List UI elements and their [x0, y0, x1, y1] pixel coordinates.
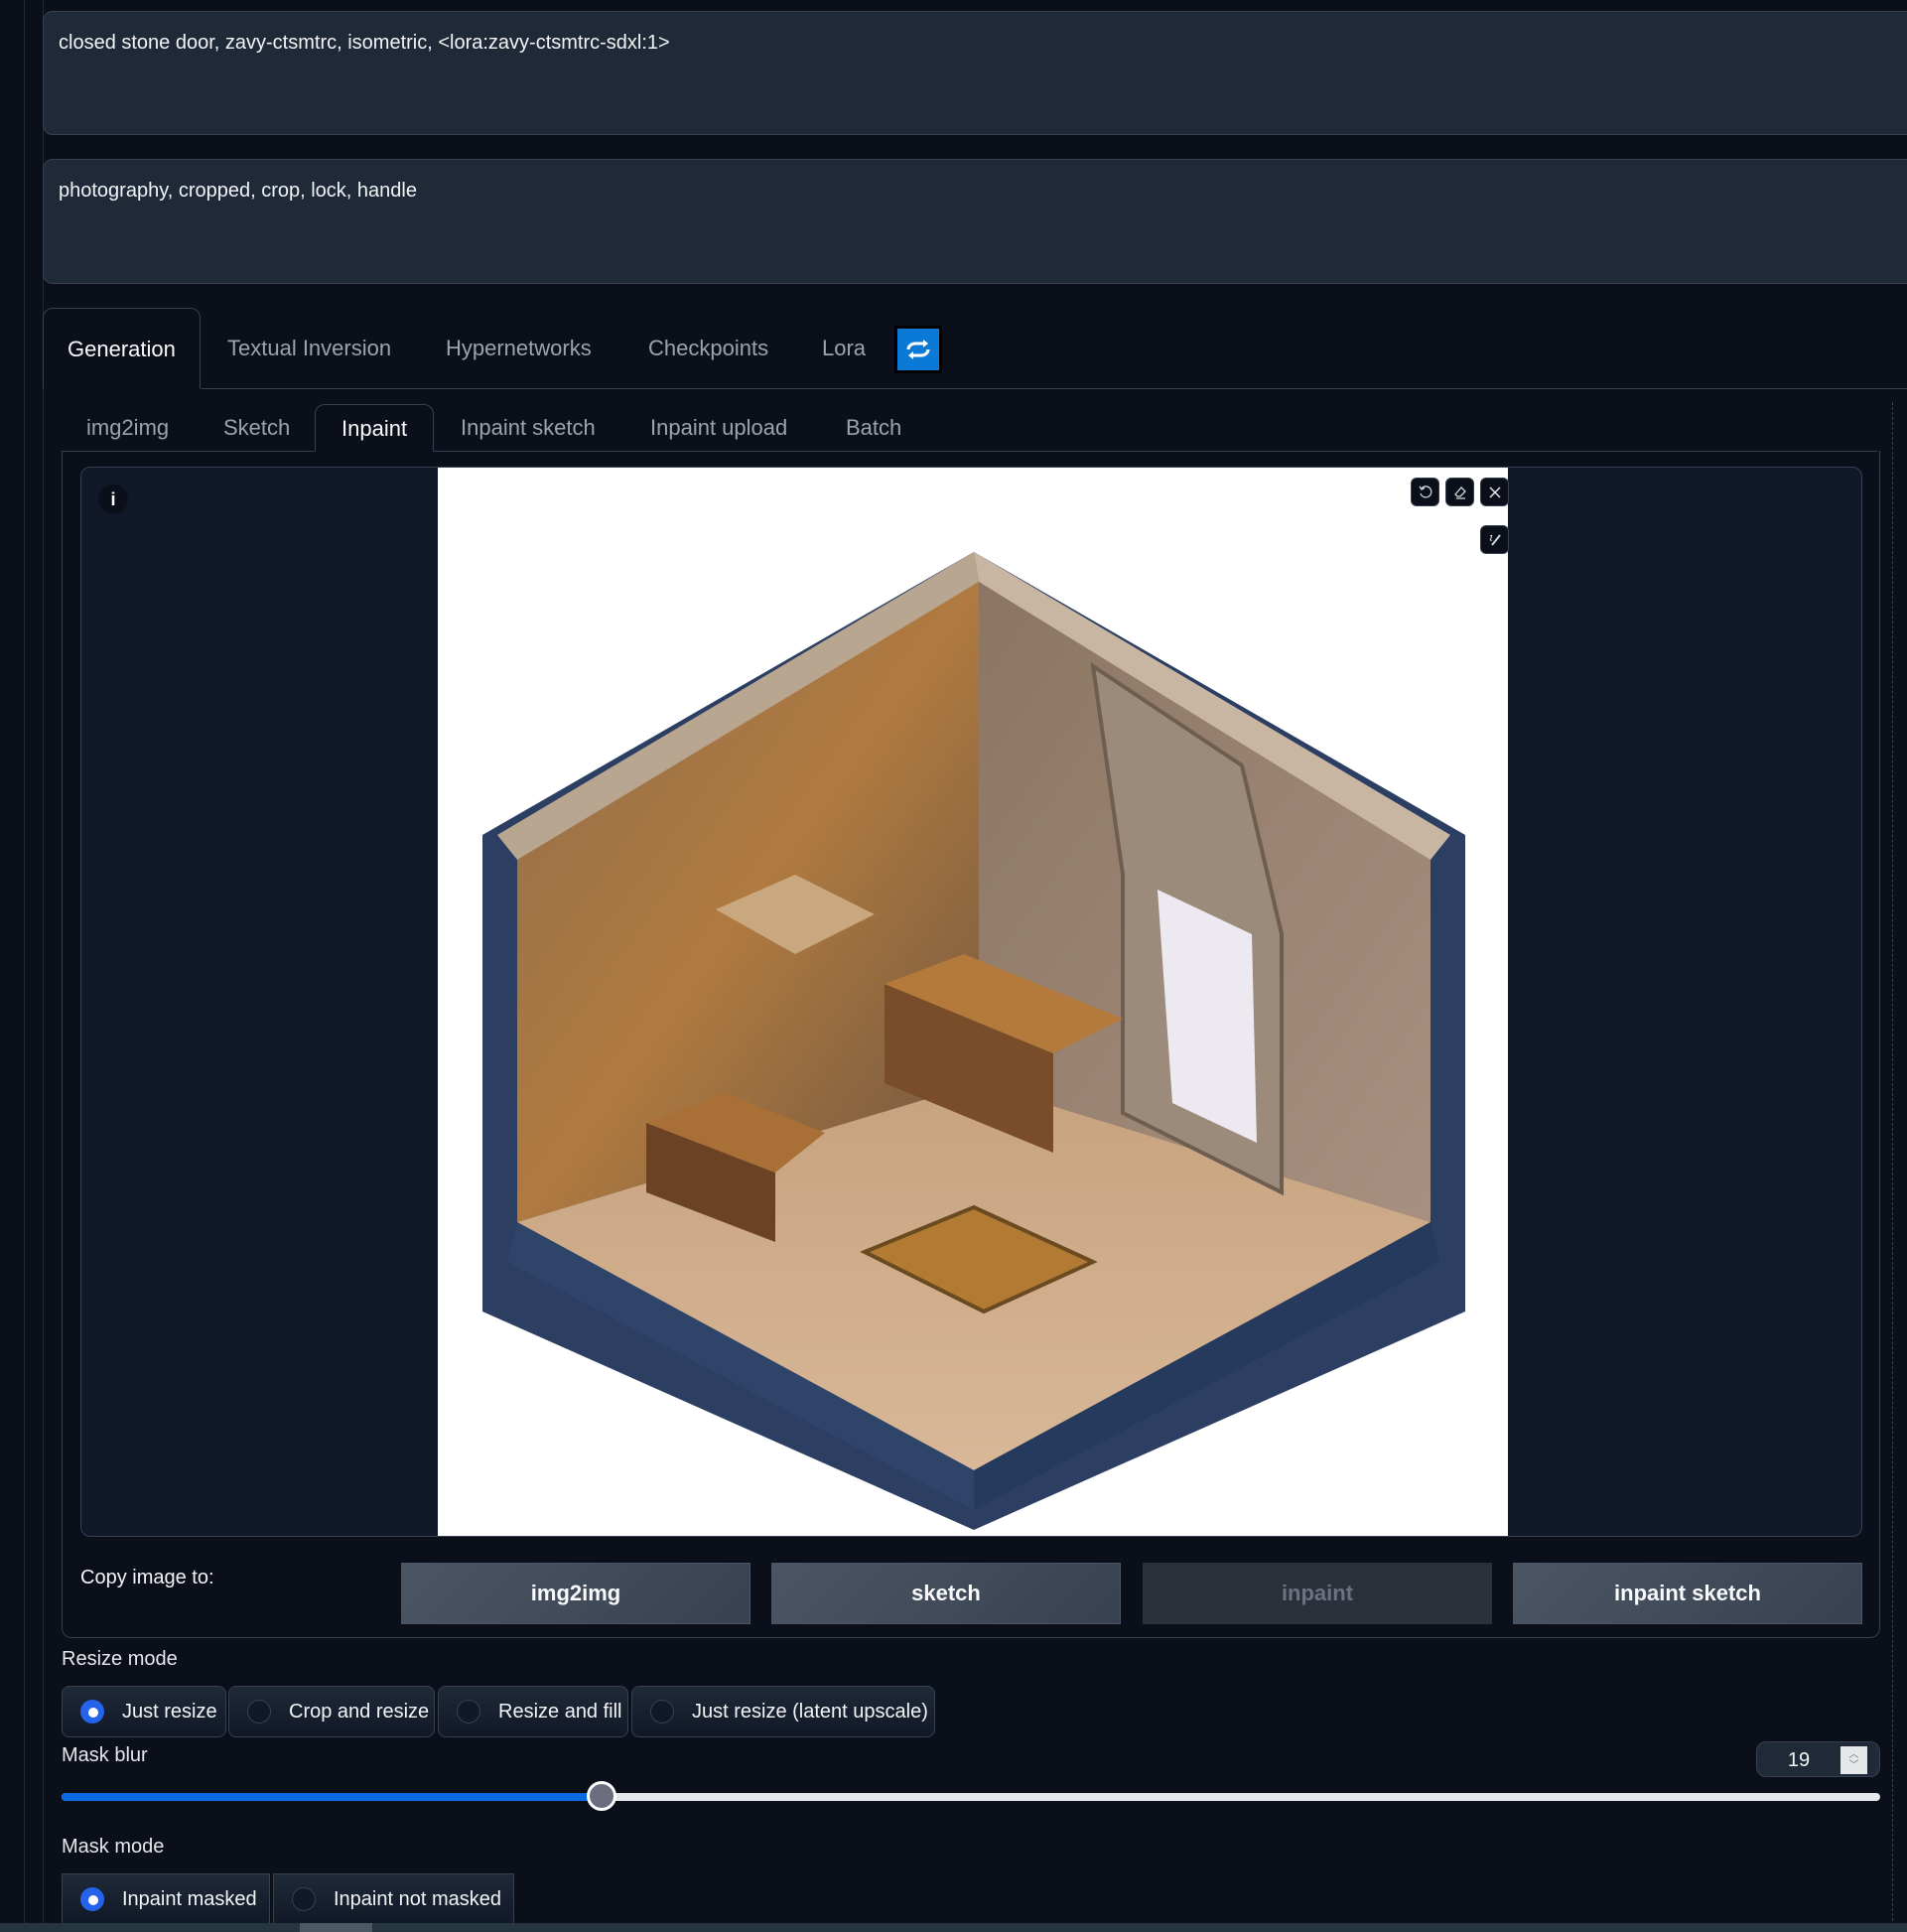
tab-hypernetworks[interactable]: Hypernetworks [446, 308, 592, 389]
tab-inpaint-sketch[interactable]: Inpaint sketch [461, 404, 596, 452]
eraser-icon [1453, 485, 1466, 499]
mask-blur-label: Mask blur [62, 1744, 148, 1766]
tab-textual-inversion[interactable]: Textual Inversion [227, 308, 391, 389]
radio-unselected-icon [650, 1700, 674, 1724]
tab-lora[interactable]: Lora [822, 308, 866, 389]
negative-prompt-input[interactable]: photography, cropped, crop, lock, handle [59, 180, 1901, 263]
clear-mask-button[interactable] [1445, 478, 1474, 506]
copy-to-sketch-button[interactable]: sketch [771, 1563, 1121, 1624]
img2img-mode-tabs: img2img Sketch Inpaint Inpaint sketch In… [62, 404, 1877, 452]
undo-icon [1418, 484, 1431, 498]
info-icon[interactable]: i [98, 484, 128, 514]
tab-generation[interactable]: Generation [43, 308, 201, 389]
horizontal-scrollbar-thumb[interactable] [300, 1923, 372, 1932]
tab-batch[interactable]: Batch [846, 404, 901, 452]
panel-resize-guide [1892, 402, 1893, 1921]
tab-inpaint-upload[interactable]: Inpaint upload [650, 404, 787, 452]
chevron-down-icon[interactable]: ﹀ [1849, 1760, 1859, 1771]
brush-icon [1489, 533, 1501, 546]
resize-option-just-resize[interactable]: Just resize [62, 1686, 226, 1737]
copy-to-img2img-button[interactable]: img2img [401, 1563, 750, 1624]
extra-networks-tabs: Generation Textual Inversion Hypernetwor… [43, 308, 1907, 389]
radio-unselected-icon [292, 1887, 316, 1911]
undo-button[interactable] [1411, 478, 1439, 506]
resize-option-resize-and-fill[interactable]: Resize and fill [438, 1686, 628, 1737]
radio-label: Crop and resize [289, 1700, 430, 1723]
tab-inpaint[interactable]: Inpaint [315, 404, 435, 452]
resize-option-latent-upscale[interactable]: Just resize (latent upscale) [631, 1686, 935, 1737]
resize-option-crop-and-resize[interactable]: Crop and resize [228, 1686, 435, 1737]
refresh-button[interactable] [894, 326, 942, 373]
mask-blur-stepper[interactable]: ︿ ﹀ [1840, 1746, 1867, 1774]
radio-selected-icon [80, 1700, 104, 1724]
copy-to-inpaint-sketch-button[interactable]: inpaint sketch [1513, 1563, 1862, 1624]
radio-unselected-icon [247, 1700, 271, 1724]
isometric-room-artwork [482, 552, 1465, 1530]
tab-img2img[interactable]: img2img [86, 404, 169, 452]
horizontal-scrollbar[interactable] [0, 1923, 1907, 1932]
source-image[interactable] [438, 468, 1508, 1536]
mask-mode-label: Mask mode [62, 1836, 165, 1858]
refresh-icon [906, 340, 930, 359]
radio-selected-icon [80, 1887, 104, 1911]
mask-blur-number-field[interactable]: ︿﹀ [1756, 1741, 1880, 1778]
mask-blur-input[interactable] [1757, 1742, 1840, 1778]
close-icon [1488, 485, 1501, 498]
inpaint-canvas[interactable]: i [80, 467, 1862, 1537]
tab-sketch[interactable]: Sketch [223, 404, 290, 452]
radio-label: Inpaint not masked [334, 1887, 501, 1910]
chevron-up-icon[interactable]: ︿ [1849, 1749, 1859, 1760]
radio-unselected-icon [457, 1700, 480, 1724]
brush-settings-button[interactable] [1480, 525, 1509, 554]
radio-label: Just resize [122, 1700, 217, 1723]
mask-blur-slider[interactable] [62, 1781, 1880, 1811]
mask-option-inpaint-not-masked[interactable]: Inpaint not masked [273, 1873, 514, 1925]
copy-to-inpaint-button[interactable]: inpaint [1143, 1563, 1492, 1624]
close-image-button[interactable] [1480, 478, 1509, 506]
positive-prompt-input[interactable]: closed stone door, zavy-ctsmtrc, isometr… [59, 32, 1901, 114]
resize-mode-label: Resize mode [62, 1648, 178, 1670]
positive-prompt-field[interactable]: closed stone door, zavy-ctsmtrc, isometr… [43, 11, 1907, 135]
radio-label: Resize and fill [498, 1700, 622, 1723]
radio-label: Inpaint masked [122, 1887, 257, 1910]
mask-blur-slider-fill [62, 1793, 602, 1801]
tab-checkpoints[interactable]: Checkpoints [648, 308, 768, 389]
copy-image-label: Copy image to: [80, 1567, 214, 1588]
negative-prompt-field[interactable]: photography, cropped, crop, lock, handle [43, 159, 1907, 284]
sidebar-divider-outer [24, 0, 25, 1923]
mask-blur-slider-thumb[interactable] [586, 1781, 616, 1811]
mask-option-inpaint-masked[interactable]: Inpaint masked [62, 1873, 270, 1925]
sidebar-divider-inner [43, 0, 44, 1923]
radio-label: Just resize (latent upscale) [692, 1700, 928, 1723]
